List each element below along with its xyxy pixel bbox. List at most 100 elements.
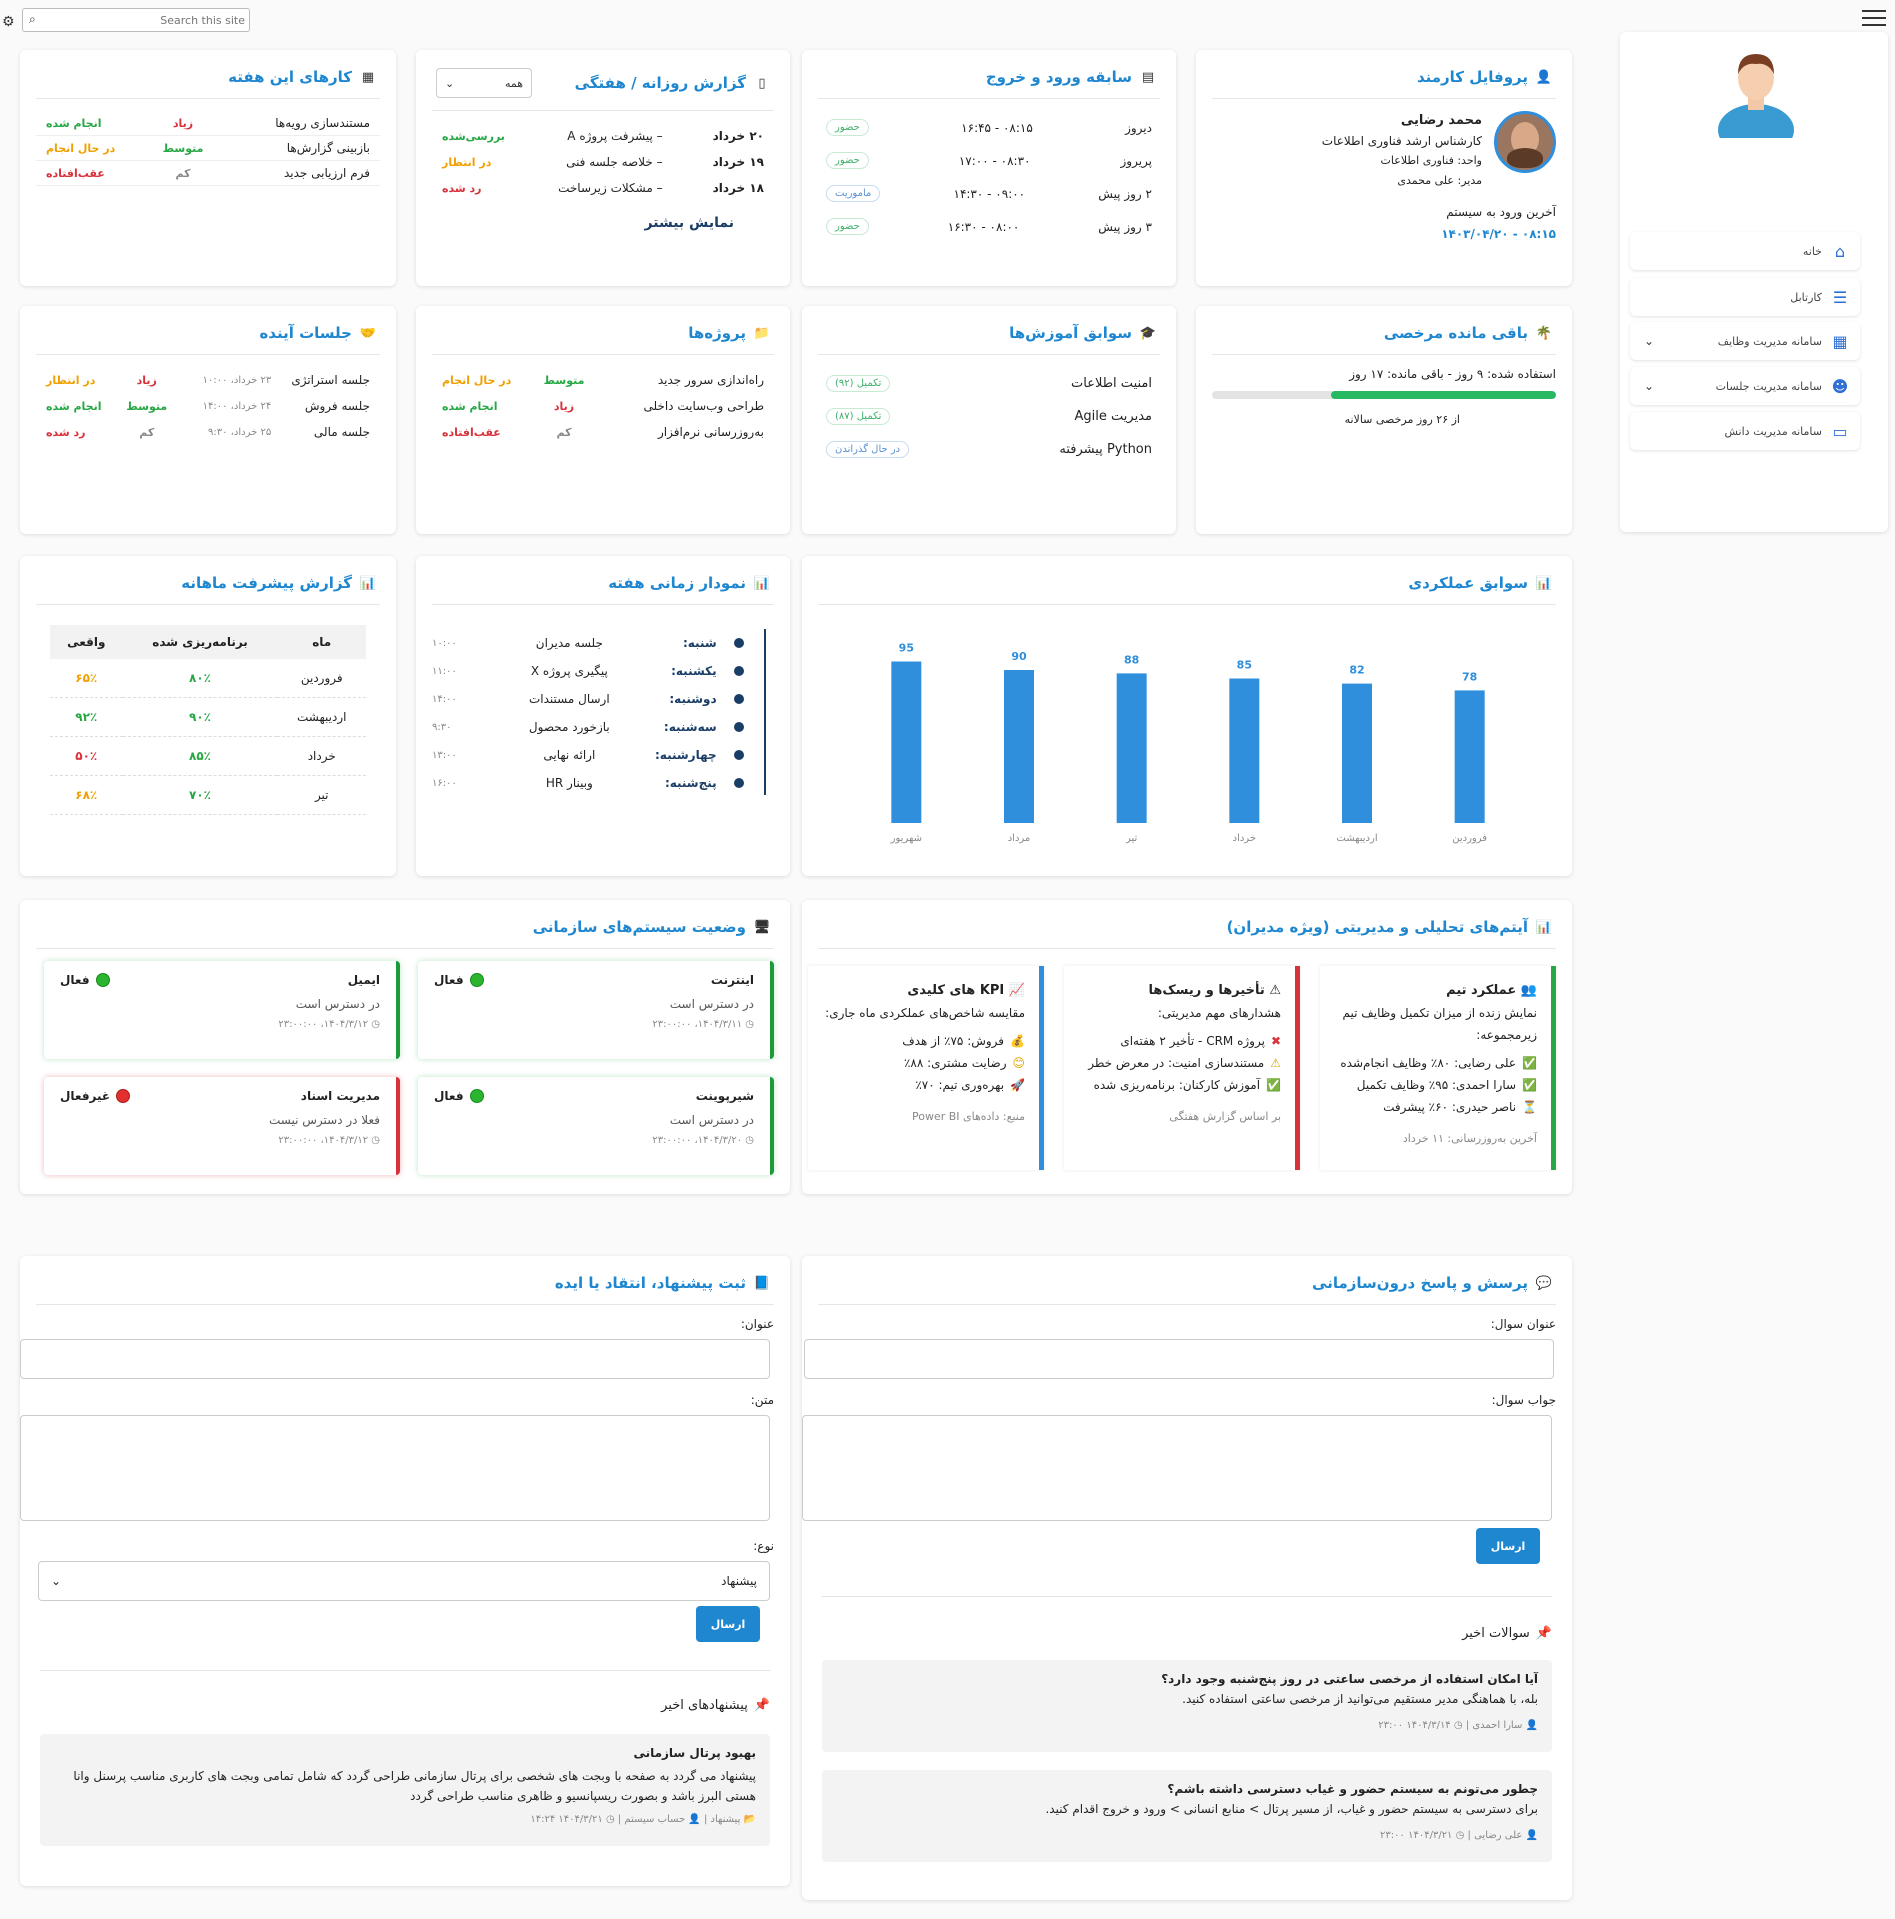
show-more-link[interactable]: نمایش بیشتر <box>432 215 774 231</box>
suggest-title-label: عنوان: <box>740 1317 774 1331</box>
chevron-down-icon: ⌄ <box>51 1574 62 1588</box>
timeline-time: ۱۱:۰۰ <box>432 665 457 677</box>
question-title-input[interactable] <box>804 1339 1554 1379</box>
project-row: به‌روزرسانی نرم‌افزار کم عقب‌افتاده <box>432 419 774 445</box>
risks-box: ⚠ تأخیرها و ریسک‌ها هشدارهای مهم مدیریتی… <box>1064 966 1300 1170</box>
timeline-row: دوشنبه: ارسال مستندات ۱۴:۰۰ <box>432 685 774 713</box>
report-row: ۱۸ خرداد – مشکلات زیرساخت رد شده <box>432 175 774 201</box>
sidebar-item-knowledge[interactable]: ▭ سامانه مدیریت دانش <box>1630 412 1860 450</box>
profile-manager: مدیر: علی محمدی <box>1397 174 1482 187</box>
system-header: شیرپوینت فعال <box>434 1089 754 1103</box>
sidebar-item-label: سامانه مدیریت دانش <box>1724 424 1822 438</box>
timeline-event: پیگیری پروژه X <box>530 664 608 678</box>
card-title: ▦ کارهای این هفته <box>36 60 380 99</box>
project-row-name: به‌روزرسانی نرم‌افزار <box>657 425 764 439</box>
timeline-row: سه‌شنبه: بازخورد محصول ۹:۳۰ <box>432 713 774 741</box>
suggestion-time: ۱۴۰۴/۳/۲۱ ۱۴:۲۴ <box>530 1814 603 1825</box>
palm-tree-icon: 🌴 <box>1535 325 1553 341</box>
hamburger-menu-icon[interactable] <box>1862 10 1886 28</box>
system-header: اینترنت فعال <box>434 973 754 987</box>
timeline-time: ۱۴:۰۰ <box>432 693 457 705</box>
suggestion-author: حساب سیستم <box>624 1814 686 1825</box>
timeline-dot <box>734 694 744 704</box>
settings-icon[interactable]: ⚙ <box>2 14 15 30</box>
card-title: 📊 سوابق عملکردی <box>818 566 1556 605</box>
meeting-row-priority: زیاد <box>136 373 157 387</box>
folder-icon: 📁 <box>753 325 771 341</box>
meeting-row-time: ۲۴ خرداد، ۱۴:۰۰ <box>202 400 272 412</box>
card-title: ▯ گزارش روزانه / هفتگی همه ⌄ <box>432 60 774 111</box>
qa-submit-button[interactable]: ارسال <box>1476 1528 1540 1564</box>
list-item-text: فروش: ۷۵٪ از هدف <box>902 1034 1005 1048</box>
system-time-text: ۱۴۰۴/۳/۲۰، ۲۳:۰۰:۰۰ <box>652 1135 743 1146</box>
calendar-icon: ▤ <box>1141 69 1155 85</box>
system-desc: در دسترس است <box>295 997 380 1011</box>
system-desc: در دسترس است <box>669 1113 754 1127</box>
question-time: ۱۴۰۴/۳/۲۱ ۲۳:۰۰ <box>1380 1830 1453 1841</box>
card-title: 📁 پروژه‌ها <box>432 316 774 355</box>
attendance-time: ۰۸:۳۰ - ۱۷:۰۰ <box>958 153 1031 168</box>
chart-data-label: 90 <box>1011 650 1027 663</box>
task-status: در حال انجام <box>46 141 116 155</box>
suggest-text-textarea[interactable] <box>20 1415 770 1521</box>
meeting-row: جلسه مالی ۲۵ خرداد، ۹:۳۰ کم رد شده <box>36 419 380 445</box>
report-status: بررسی‌شده <box>442 129 505 143</box>
task-row: مستندسازی رویه‌ها زیاد انجام شده <box>36 111 380 136</box>
qa-card: 💬 پرسش و پاسخ درون‌سازمانی عنوان سوال: جو… <box>802 1256 1572 1900</box>
attendance-row: ۲ روز پیش ۰۹:۰۰ - ۱۴:۳۰ ماموریت <box>818 177 1160 210</box>
report-filter-select[interactable]: همه ⌄ <box>436 68 532 98</box>
attendance-day: دیروز <box>1125 120 1152 135</box>
suggest-submit-button[interactable]: ارسال <box>696 1606 760 1642</box>
sidebar-item-label: سامانه مدیریت جلسات <box>1715 379 1822 393</box>
recent-questions-title: سوالات اخیر <box>1462 1626 1530 1641</box>
system-state: فعال <box>434 1089 484 1103</box>
meeting-row: جلسه فروش ۲۴ خرداد، ۱۴:۰۰ متوسط انجام شده <box>36 393 380 419</box>
status-icon: ⚠ <box>1270 1056 1281 1070</box>
system-header: مدیریت اسناد غیرفعال <box>60 1089 380 1103</box>
table-row: خرداد ۸۵٪ ۵۰٪ <box>50 736 366 776</box>
chevron-down-icon[interactable]: ⌄ <box>1644 334 1654 348</box>
report-date: ۲۰ خرداد <box>712 129 764 143</box>
table-cell: خرداد <box>277 736 366 776</box>
chevron-down-icon[interactable]: ⌄ <box>1644 379 1654 393</box>
project-row-priority: کم <box>556 425 572 439</box>
status-dot-icon <box>95 973 110 987</box>
sidebar-item-meetings[interactable]: ☻ سامانه مدیریت جلسات ⌄ <box>1630 367 1860 405</box>
timeline-day: شنبه: <box>682 636 717 650</box>
attendance-time: ۰۹:۰۰ - ۱۴:۳۰ <box>953 186 1026 201</box>
attendance-card: ▤ سابقه ورود و خروج دیروز ۰۸:۱۵ - ۱۶:۴۵ حضو… <box>802 50 1176 286</box>
training-course: مدیریت Agile <box>1074 409 1152 424</box>
search-input[interactable] <box>45 11 245 29</box>
training-row: Python پیشرفته در حال گذراندن <box>818 433 1160 466</box>
suggest-title-input[interactable] <box>20 1339 770 1379</box>
user-icon: 👤 <box>1522 1720 1538 1731</box>
suggest-type-select[interactable]: پیشنهاد ⌄ <box>38 1561 770 1601</box>
recent-question: چطور می‌تونم به سیستم حضور و غیاب دسترسی… <box>822 1770 1552 1862</box>
sidebar-item-tasks[interactable]: ▦ سامانه مدیریت وظایف ⌄ <box>1630 322 1860 360</box>
question-time: ۱۴۰۴/۳/۱۴ ۲۳:۰۰ <box>1378 1720 1451 1731</box>
warning-icon: ⚠ <box>1269 983 1281 998</box>
table-header: برنامه‌ریزی شده <box>122 625 278 659</box>
system-name: اینترنت <box>710 973 754 987</box>
graduation-cap-icon: 🎓 <box>1139 325 1157 341</box>
chart-tick-label: تیر <box>1125 833 1138 844</box>
users-icon: ☻ <box>1831 376 1849 396</box>
timeline-dot <box>734 778 744 788</box>
report-date: ۱۹ خرداد <box>712 155 764 169</box>
status-icon: 😊 <box>1012 1056 1025 1070</box>
timeline-row: یکشنبه: پیگیری پروژه X ۱۱:۰۰ <box>432 657 774 685</box>
meeting-row-time: ۲۵ خرداد، ۹:۳۰ <box>208 426 272 438</box>
user-icon: 👤 <box>1522 1830 1538 1841</box>
card-title: 📊 آیتم‌های تحلیلی و مدیریتی (ویژه مدیران) <box>818 910 1556 949</box>
timeline-event: جلسه مدیران <box>535 636 603 650</box>
training-status-badge: در حال گذراندن <box>826 441 910 458</box>
bar-chart-icon: 📊 <box>753 575 771 591</box>
sidebar-item-home[interactable]: ⌂ خانه <box>1630 232 1860 270</box>
chart-bar <box>891 661 922 823</box>
list-item-text: علی رضایی: ۸۰٪ وظایف انجام‌شده <box>1340 1056 1517 1070</box>
search-box[interactable]: ⌕ <box>22 8 250 32</box>
inbox-icon: ☰ <box>1832 287 1848 307</box>
question-answer-textarea[interactable] <box>802 1415 1552 1521</box>
status-badge: حضور <box>826 119 869 136</box>
sidebar-item-inbox[interactable]: ☰ کارتابل <box>1630 278 1860 316</box>
